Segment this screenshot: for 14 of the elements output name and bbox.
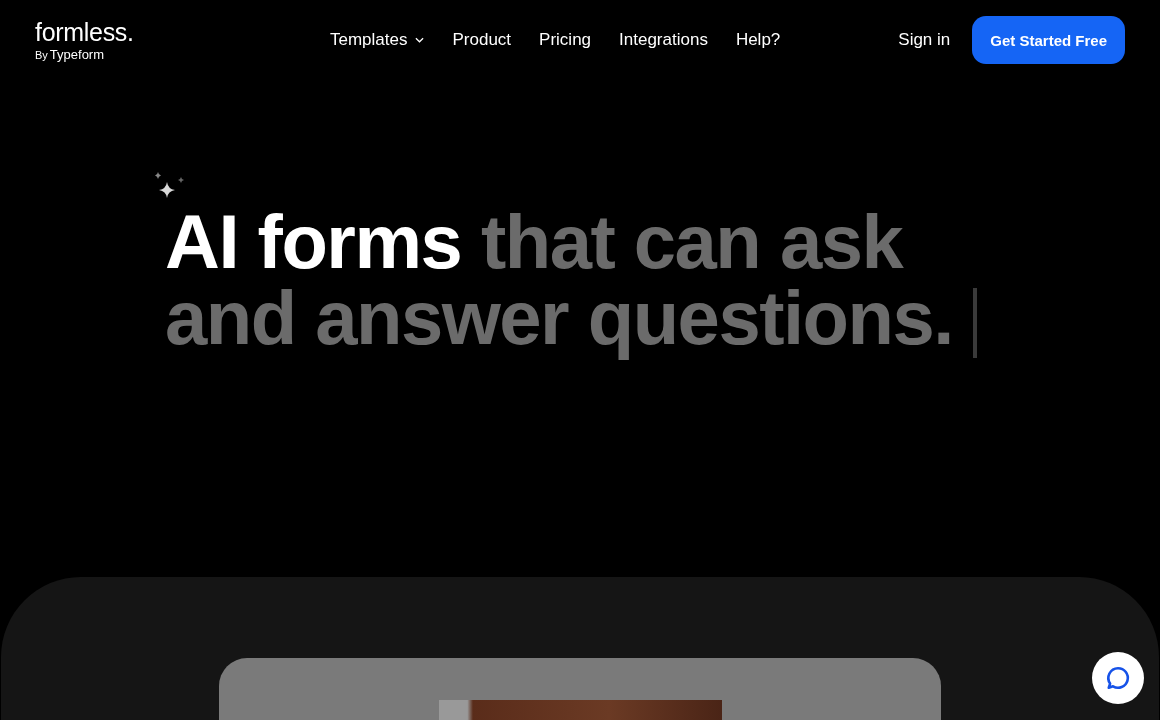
nav-link[interactable]: Pricing [539,30,592,50]
nav-link[interactable]: Integrations [619,30,708,50]
get-started-button[interactable]: Get Started Free [972,16,1125,64]
chevron-down-icon [415,37,425,43]
nav-dropdown[interactable]: Templates [330,30,425,50]
logo-wordmark[interactable]: formless. [35,18,330,45]
sign-in-link[interactable]: Sign in [898,30,951,50]
nav-link[interactable]: Help? [735,30,781,50]
nav-link[interactable]: Product [452,30,512,50]
hero-headline: AI forms that can ask and answer questions. [165,202,954,362]
text-cursor-icon [973,288,977,358]
logo-brand-label: Typeform [49,46,105,62]
logo-by-label: By [35,48,48,61]
chat-bubble-icon [1105,665,1131,691]
